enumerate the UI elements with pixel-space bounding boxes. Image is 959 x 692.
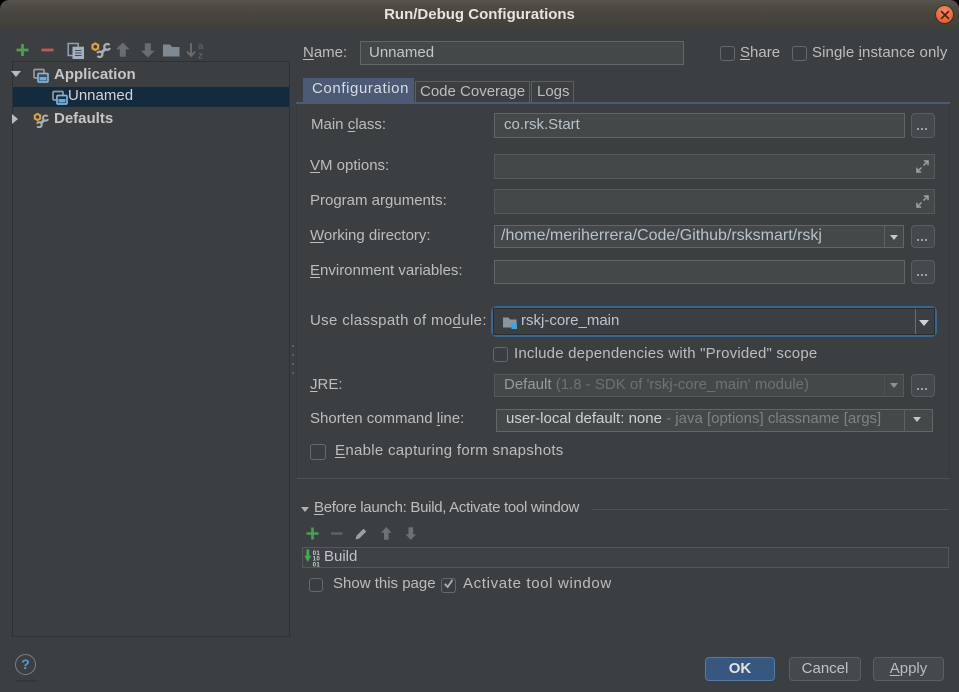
svg-text:01: 01 xyxy=(313,561,321,567)
svg-text:z: z xyxy=(198,51,203,60)
